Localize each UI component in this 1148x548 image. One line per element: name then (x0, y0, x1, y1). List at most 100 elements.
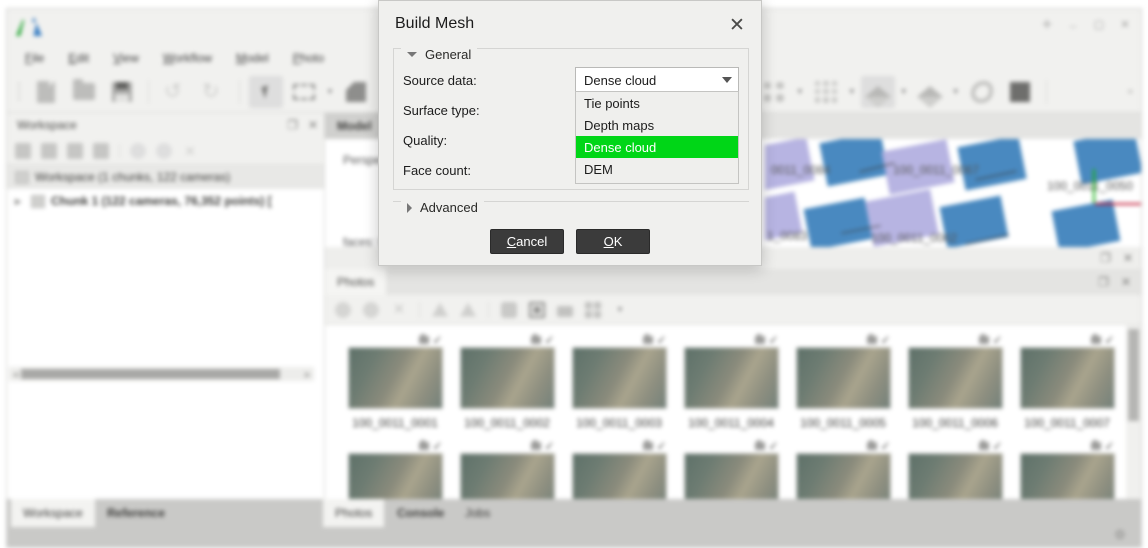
rotate-right-icon[interactable] (460, 302, 476, 317)
dropdown-option-dense-cloud[interactable]: Dense cloud (576, 136, 738, 158)
undock-icon[interactable]: ❐ (1100, 251, 1111, 265)
photo-item[interactable]: ✓ 100_0011_0001 (339, 333, 451, 430)
minimize-icon[interactable]: ﹘ (1067, 19, 1079, 31)
menu-item-model[interactable]: Model (236, 51, 269, 65)
open-folder-icon[interactable] (67, 76, 101, 108)
photo-item[interactable]: ✓ (675, 439, 787, 499)
disable-icon[interactable] (363, 301, 379, 318)
cancel-button[interactable]: Cancel (490, 229, 564, 254)
scroll-right-icon[interactable]: ▶ (302, 370, 314, 379)
chevron-down-icon[interactable]: ▼ (326, 87, 334, 96)
region-tool-icon[interactable] (339, 76, 373, 108)
photo-item[interactable]: ✓ (451, 439, 563, 499)
thumbnail-icon[interactable] (529, 301, 545, 318)
undo-icon[interactable]: ↺ (158, 76, 192, 108)
tab-workspace[interactable]: Workspace (11, 499, 95, 527)
blob-icon[interactable] (965, 76, 999, 108)
tree-item-workspace[interactable]: Workspace (1 chunks, 122 cameras) (7, 165, 324, 189)
disable-icon[interactable] (156, 142, 172, 159)
close-icon[interactable]: ✕ (308, 118, 318, 132)
grid-view-icon[interactable] (585, 301, 601, 318)
tab-photos[interactable]: Photos (325, 269, 387, 295)
advanced-group-header[interactable]: Advanced (401, 200, 484, 215)
photo-item[interactable]: ✓ 100_0011_0002 (451, 333, 563, 430)
close-icon[interactable]: ✕ (725, 13, 749, 37)
add-chunk-icon[interactable] (15, 142, 31, 159)
dropdown-option-tie-points[interactable]: Tie points (576, 92, 738, 114)
texture-icon[interactable] (1003, 76, 1037, 108)
remove-icon[interactable]: ✕ (391, 301, 407, 318)
photo-item[interactable]: ✓ 100_0011_0005 (787, 333, 899, 430)
photo-thumbnail[interactable] (571, 347, 667, 409)
menu-item-edit[interactable]: Edit (68, 51, 89, 65)
photo-thumbnail[interactable] (683, 347, 779, 409)
maximize-icon[interactable]: ▢ (1093, 19, 1105, 31)
pointer-tool-icon[interactable] (249, 75, 283, 108)
scroll-left-icon[interactable]: ◀ (9, 370, 21, 379)
chevron-down-icon[interactable] (722, 77, 732, 83)
add-photos-icon[interactable] (41, 142, 57, 159)
general-group-header[interactable]: General (401, 47, 478, 62)
chevron-down-icon[interactable]: ▼ (952, 87, 960, 96)
dropdown-option-dem[interactable]: DEM (576, 158, 738, 180)
photo-item[interactable]: ✓ (339, 439, 451, 499)
toolbar-overflow-icon[interactable]: » (1127, 86, 1141, 97)
photo-item[interactable]: ✓ (899, 439, 1011, 499)
pin-icon[interactable]: ✛ (1041, 19, 1053, 31)
scrollbar-thumb[interactable] (1128, 329, 1139, 421)
tree-item-chunk[interactable]: ▶ Chunk 1 (122 cameras, 76,352 points) [ (7, 189, 324, 213)
toolbar-grip[interactable] (15, 80, 23, 104)
chevron-down-icon[interactable]: ▼ (848, 87, 856, 96)
enable-icon[interactable] (335, 301, 351, 318)
triangle-right-icon[interactable] (407, 202, 412, 213)
tab-model[interactable]: Model (325, 113, 384, 139)
nine-dot-icon[interactable] (809, 76, 843, 108)
new-document-icon[interactable] (29, 76, 63, 108)
source-data-combobox[interactable]: Dense cloud (575, 67, 739, 93)
photo-item[interactable]: ✓ (563, 439, 675, 499)
close-icon[interactable]: ✕ (1121, 275, 1131, 289)
chevron-down-icon[interactable]: ▼ (796, 87, 804, 96)
workspace-horizontal-scrollbar[interactable]: ◀ ▶ (9, 367, 314, 381)
enable-icon[interactable] (130, 142, 146, 159)
photos-vertical-scrollbar[interactable] (1126, 325, 1141, 499)
photo-item[interactable]: ✓ 100_0011_0006 (899, 333, 1011, 430)
chevron-down-icon[interactable]: ▼ (616, 305, 624, 314)
shaded-model-icon[interactable] (860, 75, 895, 108)
menu-item-view[interactable]: View (113, 51, 139, 65)
photo-thumbnail[interactable] (571, 453, 667, 499)
photo-thumbnail[interactable] (907, 453, 1003, 499)
photo-thumbnail[interactable] (459, 453, 555, 499)
four-dot-icon[interactable] (757, 76, 791, 108)
photo-item[interactable]: ✓ 100_0011_0003 (563, 333, 675, 430)
photo-item[interactable]: ✓ 100_0011_0007 (1011, 333, 1123, 430)
scrollbar-thumb[interactable] (21, 369, 280, 379)
photo-thumbnail[interactable] (459, 347, 555, 409)
tab-photos-bottom[interactable]: Photos (323, 499, 385, 527)
photo-thumbnail[interactable] (1019, 347, 1115, 409)
close-icon[interactable]: ✕ (1123, 251, 1133, 265)
wireframe-model-icon[interactable] (913, 76, 947, 108)
match-icon[interactable] (501, 301, 517, 318)
photo-thumbnail[interactable] (683, 453, 779, 499)
tab-reference[interactable]: Reference (95, 499, 177, 527)
photo-thumbnail[interactable] (347, 347, 443, 409)
photo-thumbnail[interactable] (1019, 453, 1115, 499)
chevron-down-icon[interactable]: ▼ (900, 87, 908, 96)
rectangle-select-icon[interactable] (287, 76, 321, 108)
photo-item[interactable]: ✓ (1011, 439, 1123, 499)
tab-jobs[interactable]: Jobs (453, 499, 502, 527)
menu-item-photo[interactable]: Photo (293, 51, 324, 65)
rotate-left-icon[interactable] (432, 302, 448, 317)
details-view-icon[interactable] (557, 305, 573, 317)
photo-thumbnail[interactable] (795, 347, 891, 409)
undock-icon[interactable]: ❐ (1098, 275, 1109, 289)
remove-icon[interactable]: ✕ (182, 143, 198, 159)
photo-item[interactable]: ✓ 100_0011_0004 (675, 333, 787, 430)
dropdown-option-depth-maps[interactable]: Depth maps (576, 114, 738, 136)
source-data-dropdown-list[interactable]: Tie points Depth maps Dense cloud DEM (575, 91, 739, 184)
tab-console[interactable]: Console (385, 499, 456, 527)
triangle-down-icon[interactable] (407, 52, 417, 57)
undock-icon[interactable]: ❐ (287, 118, 298, 132)
chevron-right-icon[interactable]: ▶ (15, 197, 25, 206)
